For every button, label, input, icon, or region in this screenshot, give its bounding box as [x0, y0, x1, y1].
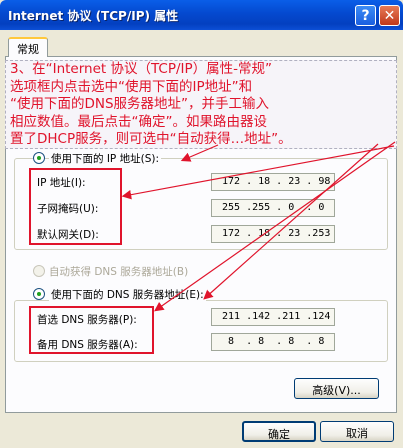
window-title: Internet 协议 (TCP/IP) 属性: [8, 9, 179, 23]
alternate-dns-label: 备用 DNS 服务器(A):: [37, 339, 138, 351]
ip-address-field[interactable]: 172 . 18 . 23 . 98: [211, 173, 335, 191]
use-dns-label[interactable]: 使用下面的 DNS 服务器地址(E):: [49, 287, 206, 302]
annotation-line: 3、在“Internet 协议（TCP/IP）属性-常规”: [10, 61, 273, 77]
preferred-dns-field[interactable]: 211 .142 .211 .124: [211, 308, 335, 326]
alternate-dns-field[interactable]: 8 . 8 . 8 . 8: [211, 333, 335, 351]
annotation-line: 相应数值。最后点击“确定”。如果路由器设: [10, 113, 267, 130]
annotation-note: 3、在“Internet 协议（TCP/IP）属性-常规” 选项框内点击选中“使…: [5, 60, 397, 149]
annotation-line: 选项框内点击选中“使用下面的IP地址”和: [10, 78, 253, 95]
subnet-mask-field[interactable]: 255 .255 . 0 . 0: [211, 199, 335, 217]
auto-dns-radio[interactable]: [33, 265, 45, 277]
use-dns-radio[interactable]: [33, 288, 45, 300]
annotation-line: 置了DHCP服务，则可选中“自动获得…地址”。: [10, 131, 292, 147]
annotation-line: “使用下面的DNS服务器地址”，并手工输入: [10, 96, 270, 112]
gateway-label: 默认网关(D):: [37, 229, 99, 241]
cancel-button[interactable]: 取消: [320, 421, 394, 442]
preferred-dns-label: 首选 DNS 服务器(P):: [37, 314, 137, 326]
subnet-mask-label: 子网掩码(U):: [37, 203, 99, 215]
ip-address-label: IP 地址(I):: [37, 177, 86, 189]
tab-general[interactable]: 常规: [8, 37, 48, 57]
close-button[interactable]: ✕: [379, 5, 400, 26]
gateway-field[interactable]: 172 . 18 . 23 .253: [211, 225, 335, 243]
use-ip-label[interactable]: 使用下面的 IP 地址(S):: [49, 151, 161, 166]
ok-button[interactable]: 确定: [242, 421, 316, 442]
help-button[interactable]: ?: [355, 5, 376, 26]
use-ip-radio[interactable]: [33, 152, 45, 164]
title-bar: Internet 协议 (TCP/IP) 属性 ? ✕: [0, 0, 403, 30]
auto-dns-label[interactable]: 自动获得 DNS 服务器地址(B): [49, 264, 188, 279]
advanced-button[interactable]: 高级(V)...: [294, 378, 379, 399]
